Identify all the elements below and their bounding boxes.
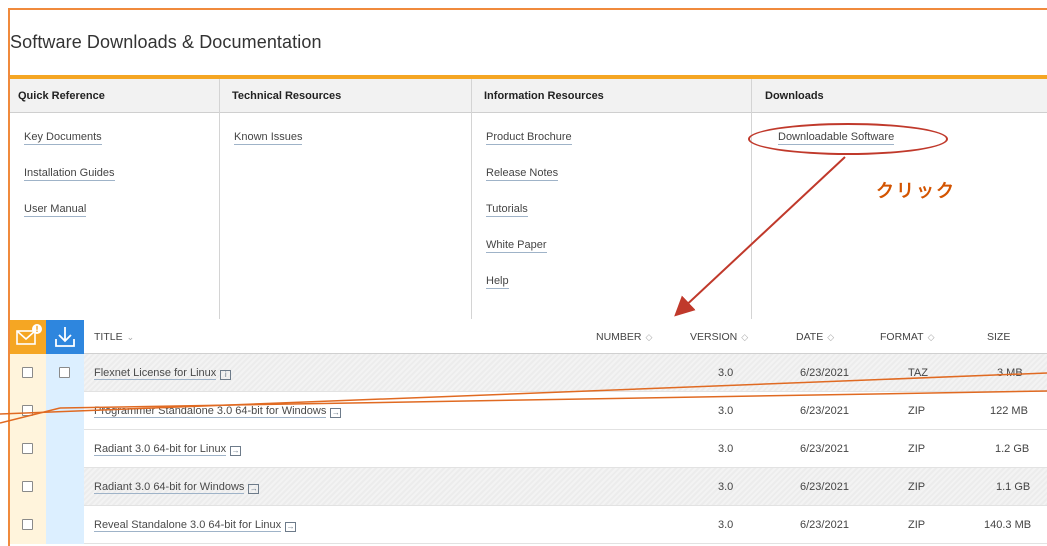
row-checkbox[interactable] bbox=[22, 405, 33, 416]
col-size-header[interactable]: SIZE bbox=[987, 320, 1010, 354]
row-date: 6/23/2021 bbox=[800, 481, 849, 493]
row-title[interactable]: Radiant 3.0 64-bit for Windows → bbox=[94, 468, 260, 506]
mail-notify-icon[interactable] bbox=[10, 320, 46, 354]
table-header-row: TITLE ⌄ NUMBER ◇ VERSION ◇ DATE ◇ FORMAT ◇ SI… bbox=[10, 320, 1047, 354]
row-size: 122 MB bbox=[990, 405, 1028, 417]
row-version: 3.0 bbox=[718, 367, 734, 379]
col-date-header[interactable]: DATE ◇ bbox=[796, 320, 834, 354]
link-known-issues[interactable]: Known Issues bbox=[234, 131, 303, 145]
sort-icon: ◇ bbox=[827, 332, 835, 342]
row-download-checkbox[interactable] bbox=[59, 367, 70, 378]
col-title-header[interactable]: TITLE ⌄ bbox=[94, 320, 134, 354]
row-format: TAZ bbox=[908, 367, 928, 379]
row-version: 3.0 bbox=[718, 443, 734, 455]
external-link-icon: → bbox=[248, 484, 260, 494]
column-divider bbox=[471, 79, 472, 319]
link-tutorials[interactable]: Tutorials bbox=[486, 203, 528, 217]
external-link-icon: → bbox=[330, 408, 342, 418]
row-title[interactable]: Radiant 3.0 64-bit for Linux → bbox=[94, 430, 242, 468]
table-row: Programmer Standalone 3.0 64-bit for Win… bbox=[10, 392, 1047, 430]
row-size: 3 MB bbox=[997, 367, 1023, 379]
link-installation-guides[interactable]: Installation Guides bbox=[24, 167, 115, 181]
sort-icon: ◇ bbox=[645, 332, 653, 342]
table-row: Radiant 3.0 64-bit for Linux → 3.0 6/23/2… bbox=[10, 430, 1047, 468]
info-icon: i bbox=[220, 370, 232, 380]
row-title[interactable]: Reveal Standalone 3.0 64-bit for Linux → bbox=[94, 506, 297, 544]
page-header: Software Downloads & Documentation bbox=[10, 10, 1047, 78]
link-product-brochure[interactable]: Product Brochure bbox=[486, 131, 572, 145]
row-title[interactable]: Programmer Standalone 3.0 64-bit for Win… bbox=[94, 392, 342, 430]
technical-resources-heading: Technical Resources bbox=[232, 90, 342, 102]
annotation-click-label: クリック bbox=[876, 181, 956, 202]
row-size: 140.3 MB bbox=[984, 519, 1032, 531]
page-title: Software Downloads & Documentation bbox=[10, 32, 322, 52]
row-size: 1.1 GB bbox=[996, 481, 1031, 493]
row-size: 1.2 GB bbox=[995, 443, 1030, 455]
row-format: ZIP bbox=[908, 481, 926, 493]
row-checkbox[interactable] bbox=[22, 481, 33, 492]
resource-columns-header: Quick Reference Technical Resources Info… bbox=[10, 79, 1047, 113]
external-link-icon: → bbox=[285, 522, 297, 532]
row-version: 3.0 bbox=[718, 405, 734, 417]
sort-icon: ◇ bbox=[927, 332, 935, 342]
row-version: 3.0 bbox=[718, 519, 734, 531]
col-format-header[interactable]: FORMAT ◇ bbox=[880, 320, 934, 354]
downloads-heading: Downloads bbox=[765, 90, 824, 102]
row-date: 6/23/2021 bbox=[800, 367, 849, 379]
link-key-documents[interactable]: Key Documents bbox=[24, 131, 102, 145]
col-number-header[interactable]: NUMBER ◇ bbox=[596, 320, 652, 354]
row-version: 3.0 bbox=[718, 481, 734, 493]
link-white-paper[interactable]: White Paper bbox=[486, 239, 547, 253]
row-date: 6/23/2021 bbox=[800, 443, 849, 455]
row-format: ZIP bbox=[908, 443, 926, 455]
sort-icon: ◇ bbox=[741, 332, 749, 342]
quick-reference-heading: Quick Reference bbox=[18, 90, 105, 102]
row-checkbox[interactable] bbox=[22, 367, 33, 378]
row-checkbox[interactable] bbox=[22, 519, 33, 530]
table-row: Flexnet License for Linux i 3.0 6/23/2021… bbox=[10, 354, 1047, 392]
row-checkbox[interactable] bbox=[22, 443, 33, 454]
column-divider bbox=[751, 79, 752, 319]
row-format: ZIP bbox=[908, 405, 926, 417]
information-resources-heading: Information Resources bbox=[484, 90, 604, 102]
row-title[interactable]: Flexnet License for Linux i bbox=[94, 354, 232, 392]
table-row: Reveal Standalone 3.0 64-bit for Linux → … bbox=[10, 506, 1047, 544]
external-link-icon: → bbox=[230, 446, 242, 456]
row-date: 6/23/2021 bbox=[800, 519, 849, 531]
column-divider bbox=[219, 79, 220, 319]
highlight-ellipse bbox=[748, 123, 948, 155]
row-date: 6/23/2021 bbox=[800, 405, 849, 417]
download-icon[interactable] bbox=[46, 320, 84, 354]
row-format: ZIP bbox=[908, 519, 926, 531]
link-help[interactable]: Help bbox=[486, 275, 509, 289]
link-release-notes[interactable]: Release Notes bbox=[486, 167, 559, 181]
link-user-manual[interactable]: User Manual bbox=[24, 203, 87, 217]
chevron-down-icon: ⌄ bbox=[126, 332, 135, 342]
col-version-header[interactable]: VERSION ◇ bbox=[690, 320, 748, 354]
table-row: Radiant 3.0 64-bit for Windows → 3.0 6/23… bbox=[10, 468, 1047, 506]
